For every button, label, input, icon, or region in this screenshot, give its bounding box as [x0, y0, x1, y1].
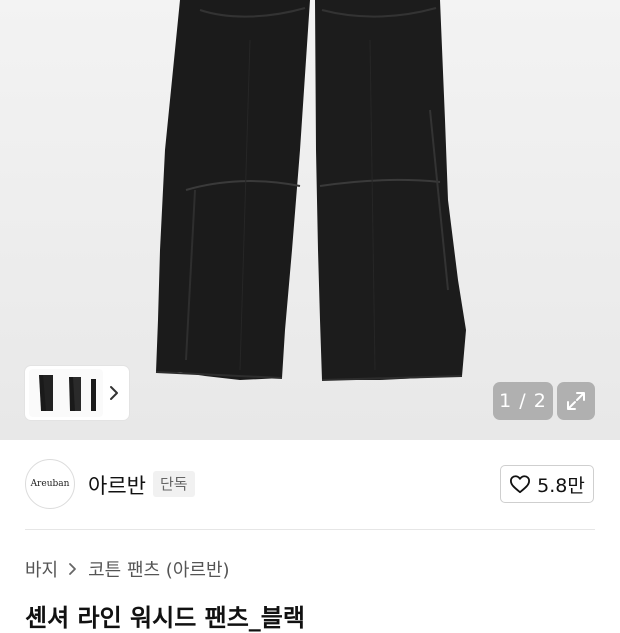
like-count: 5.8만: [537, 474, 585, 497]
chevron-right-icon[interactable]: [107, 382, 121, 404]
expand-icon: [567, 392, 585, 410]
divider: [25, 529, 595, 530]
product-title: 셴셔 라인 워시드 팬츠_블랙: [25, 604, 305, 632]
brand-logo[interactable]: Areuban: [25, 459, 75, 509]
heart-icon: [510, 475, 531, 494]
chevron-right-icon: [69, 563, 77, 575]
brand-name[interactable]: 아르반: [88, 470, 146, 500]
expand-button[interactable]: [557, 382, 595, 420]
breadcrumb-subcategory[interactable]: 코튼 팬츠 (아르반): [88, 556, 229, 582]
product-image-gallery[interactable]: 1 / 2: [0, 0, 620, 440]
image-counter: 1 / 2: [493, 382, 553, 420]
like-button[interactable]: 5.8만: [500, 465, 594, 503]
exclusive-badge: 단독: [153, 471, 195, 497]
brand-row: Areuban 아르반 단독 5.8만: [0, 440, 620, 530]
thumbnail-strip[interactable]: [25, 366, 129, 420]
thumbnail-image[interactable]: [29, 369, 103, 417]
breadcrumb-category[interactable]: 바지: [25, 556, 58, 582]
breadcrumb: 바지 코튼 팬츠 (아르반): [25, 556, 230, 582]
